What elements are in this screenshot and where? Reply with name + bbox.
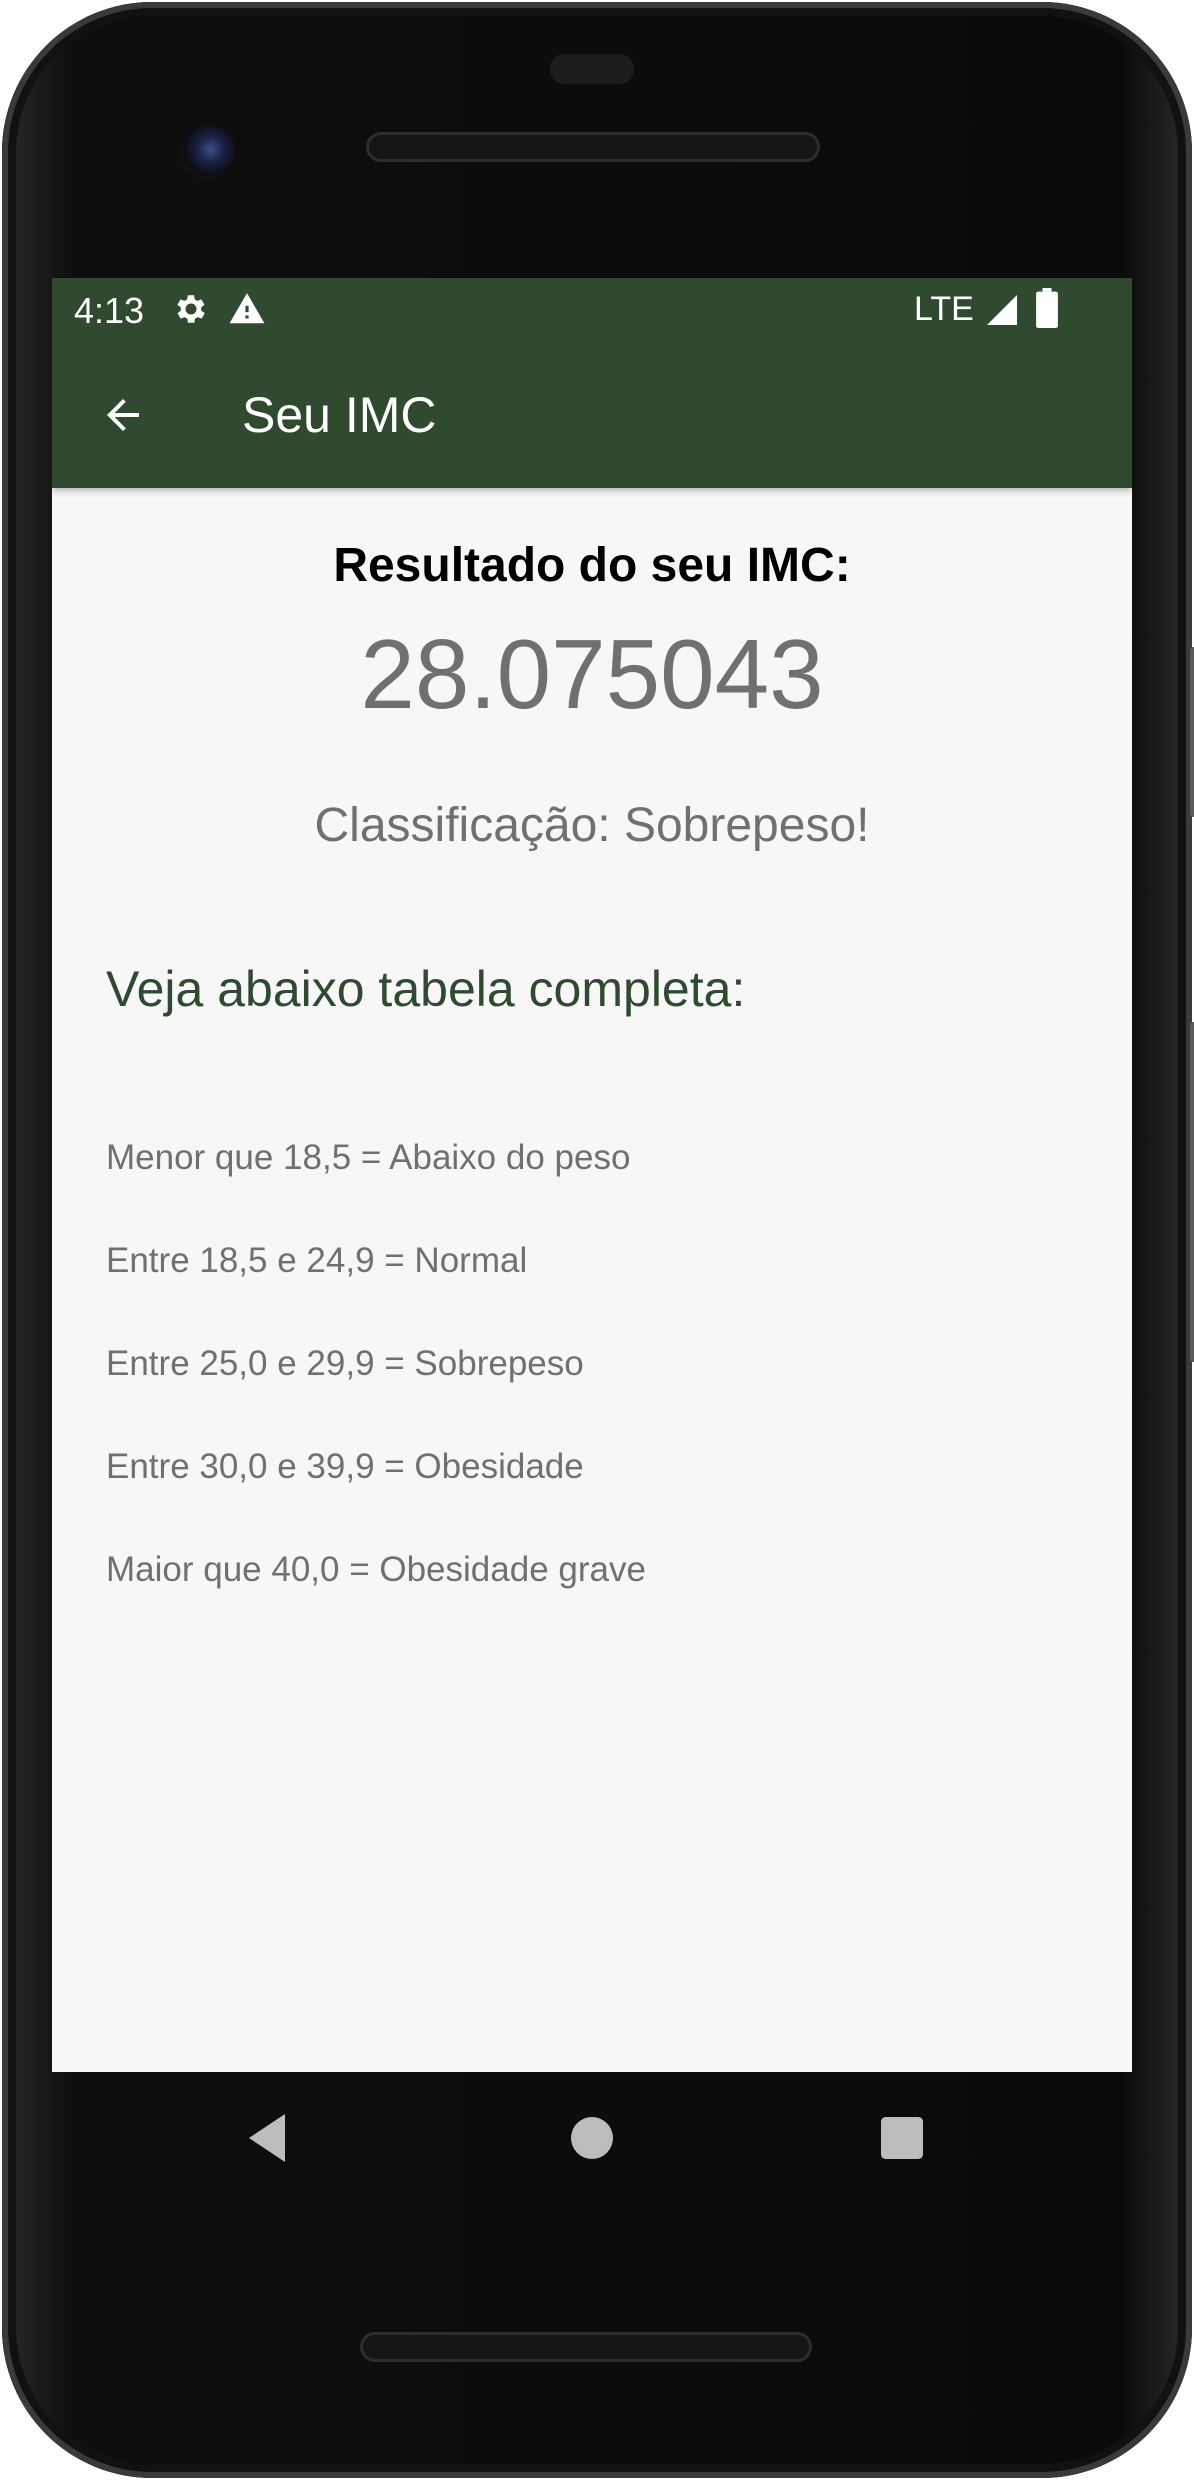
volume-button bbox=[1190, 1022, 1194, 1362]
signal-icon bbox=[987, 295, 1017, 325]
result-heading: Resultado do seu IMC: bbox=[333, 539, 851, 592]
imc-value: 28.075043 bbox=[360, 619, 824, 729]
front-camera bbox=[180, 124, 236, 180]
imc-table: Menor que 18,5 = Abaixo do peso Entre 18… bbox=[106, 1138, 646, 1653]
table-row: Entre 30,0 e 39,9 = Obesidade bbox=[106, 1447, 584, 1486]
back-button[interactable] bbox=[92, 384, 154, 446]
status-bar: 4:13 LTE bbox=[52, 278, 1132, 342]
power-button bbox=[1190, 647, 1194, 817]
table-row: Entre 25,0 e 29,9 = Sobrepeso bbox=[106, 1344, 584, 1383]
battery-icon bbox=[1036, 288, 1058, 328]
classification-text: Classificação: Sobrepeso! bbox=[314, 799, 870, 852]
navigation-bar bbox=[52, 2072, 1132, 2202]
bottom-speaker bbox=[360, 2332, 812, 2362]
nav-home-icon[interactable] bbox=[556, 2102, 628, 2174]
table-heading: Veja abaixo tabela completa: bbox=[106, 961, 746, 1017]
warning-icon bbox=[229, 293, 265, 324]
nav-back-icon[interactable] bbox=[234, 2102, 306, 2174]
page-title: Seu IMC bbox=[242, 387, 437, 443]
table-row: Entre 18,5 e 24,9 = Normal bbox=[106, 1241, 528, 1280]
app-bar: Seu IMC bbox=[52, 342, 1132, 488]
network-type-label: LTE bbox=[914, 290, 974, 328]
gear-icon bbox=[177, 295, 205, 323]
arrow-left-icon bbox=[107, 399, 139, 431]
nav-recents-icon[interactable] bbox=[866, 2102, 938, 2174]
status-time: 4:13 bbox=[74, 290, 145, 331]
table-row: Menor que 18,5 = Abaixo do peso bbox=[106, 1138, 631, 1177]
top-sensor bbox=[550, 54, 634, 84]
table-row: Maior que 40,0 = Obesidade grave bbox=[106, 1550, 646, 1589]
app-screen: 4:13 LTE Seu IMC Resultado do seu IMC: 2… bbox=[52, 278, 1132, 2072]
earpiece-speaker bbox=[366, 132, 820, 162]
